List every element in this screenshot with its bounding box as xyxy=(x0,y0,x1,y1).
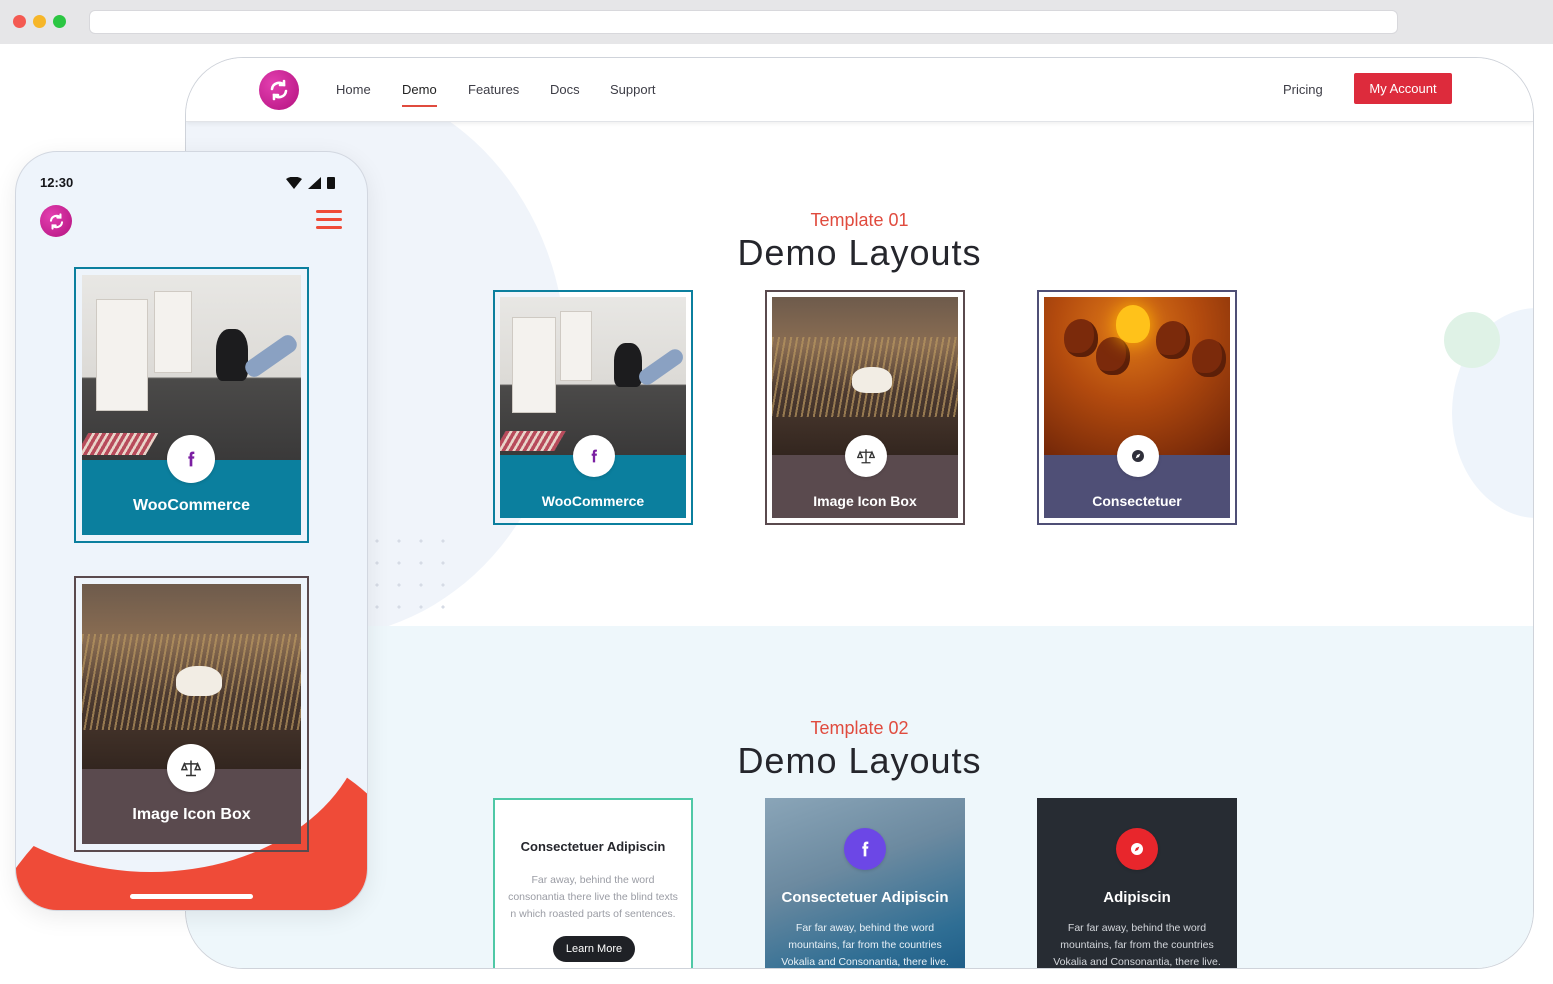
section1-subtitle: Template 01 xyxy=(810,210,909,230)
maximize-window-button[interactable] xyxy=(53,15,66,28)
card-title: WooCommerce xyxy=(132,497,251,514)
mobile-card-woocommerce[interactable]: WooCommerce xyxy=(74,267,309,543)
address-bar[interactable] xyxy=(89,10,1398,34)
browser-toolbar xyxy=(0,0,1553,44)
dog-field-photo xyxy=(772,297,958,455)
facebook-icon xyxy=(844,828,886,870)
decorative-dots xyxy=(366,530,456,620)
card-title: Image Icon Box xyxy=(813,493,917,509)
menu-icon[interactable] xyxy=(316,210,342,230)
my-account-button[interactable]: My Account xyxy=(1354,73,1452,104)
dog-field-photo xyxy=(82,584,301,769)
nav-docs[interactable]: Docs xyxy=(550,82,580,97)
nav-pricing[interactable]: Pricing xyxy=(1283,82,1323,97)
card-text: Far far away, behind the word mountains,… xyxy=(781,922,949,968)
mobile-mockup: 12:30 WooCommerce Image Icon Box xyxy=(15,151,368,911)
section2-title: Demo Layouts xyxy=(737,740,982,781)
facebook-icon xyxy=(573,435,615,477)
compass-icon xyxy=(1117,435,1159,477)
logo-icon[interactable] xyxy=(259,70,299,110)
card-text: Far far away, behind the word mountains,… xyxy=(1053,922,1221,968)
facebook-icon xyxy=(167,435,215,483)
card-title: Image Icon Box xyxy=(132,806,251,823)
status-time: 12:30 xyxy=(40,175,74,190)
nav-features[interactable]: Features xyxy=(468,82,519,97)
template2-card-photo: Consectetuer Adipiscin Far far away, beh… xyxy=(765,798,965,968)
card-text: Far away, behind the word consonantia th… xyxy=(508,874,678,920)
nav-support[interactable]: Support xyxy=(610,82,656,97)
template2-card-text: Consectetuer Adipiscin Far away, behind … xyxy=(493,798,693,968)
wifi-icon xyxy=(286,176,302,189)
scale-icon xyxy=(167,744,215,792)
demo-card-consectetuer[interactable]: Consectetuer xyxy=(1037,290,1237,525)
demo-card-woocommerce[interactable]: WooCommerce xyxy=(493,290,693,525)
desktop-mockup: Home Demo Features Docs Support Pricing … xyxy=(185,57,1534,969)
logo-icon[interactable] xyxy=(40,205,72,237)
learn-more-button[interactable]: Learn More xyxy=(553,936,635,962)
demo-card-image-icon-box[interactable]: Image Icon Box xyxy=(765,290,965,525)
card-title: Consectetuer Adipiscin xyxy=(781,889,949,906)
signal-icon xyxy=(308,176,321,189)
decorative-circle xyxy=(1444,312,1500,368)
page-canvas: Home Demo Features Docs Support Pricing … xyxy=(0,44,1553,984)
section2-subtitle: Template 02 xyxy=(810,718,909,738)
top-navigation: Home Demo Features Docs Support Pricing … xyxy=(186,58,1533,122)
section1-title: Demo Layouts xyxy=(737,232,982,273)
room-photo xyxy=(500,297,686,455)
card-title: Consectetuer xyxy=(1092,493,1182,509)
battery-icon xyxy=(327,177,335,189)
template2-card-dark: Adipiscin Far far away, behind the word … xyxy=(1037,798,1237,968)
card-title: WooCommerce xyxy=(541,493,645,509)
close-window-button[interactable] xyxy=(13,15,26,28)
light-bulbs-photo xyxy=(1044,297,1230,455)
status-bar-icons xyxy=(286,176,335,189)
room-photo xyxy=(82,275,301,460)
card-title: Adipiscin xyxy=(1103,889,1171,906)
nav-home[interactable]: Home xyxy=(336,82,371,97)
scale-icon xyxy=(845,435,887,477)
minimize-window-button[interactable] xyxy=(33,15,46,28)
card-title: Consectetuer Adipiscin xyxy=(520,839,666,854)
home-indicator xyxy=(130,894,253,899)
nav-demo[interactable]: Demo xyxy=(402,82,437,107)
compass-icon xyxy=(1116,828,1158,870)
mobile-card-image-icon-box[interactable]: Image Icon Box xyxy=(74,576,309,852)
